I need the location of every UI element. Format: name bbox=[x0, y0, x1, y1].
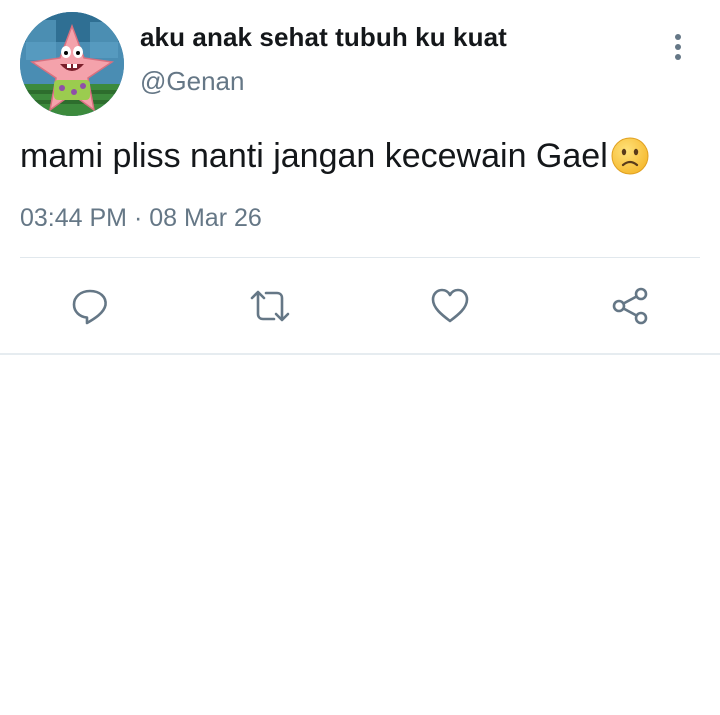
more-vertical-icon bbox=[675, 34, 681, 60]
divider bbox=[20, 257, 700, 258]
display-name[interactable]: aku anak sehat tubuh ku kuat bbox=[140, 22, 507, 53]
heart-icon bbox=[431, 288, 469, 323]
retweet-button[interactable] bbox=[248, 284, 292, 328]
avatar[interactable] bbox=[20, 12, 124, 116]
slightly-frowning-face-icon bbox=[610, 136, 650, 176]
share-button[interactable] bbox=[608, 284, 652, 328]
tweet-text: mami pliss nanti jangan kecewain Gael bbox=[20, 136, 608, 175]
more-options-button[interactable] bbox=[664, 30, 692, 64]
like-button[interactable] bbox=[428, 284, 472, 328]
bottom-divider bbox=[0, 353, 720, 355]
share-icon bbox=[612, 287, 648, 325]
action-bar bbox=[0, 284, 720, 328]
patrick-star-avatar-image bbox=[20, 12, 124, 116]
reply-button[interactable] bbox=[68, 284, 112, 328]
tweet-body: mami pliss nanti jangan kecewain Gael bbox=[20, 136, 650, 176]
reply-icon bbox=[72, 289, 107, 325]
tweet-timestamp: 03:44 PM · 08 Mar 26 bbox=[20, 204, 262, 232]
retweet-icon bbox=[250, 290, 290, 322]
tweet-card: aku anak sehat tubuh ku kuat @Genan mami… bbox=[0, 0, 720, 715]
username-handle[interactable]: @Genan bbox=[140, 66, 244, 97]
